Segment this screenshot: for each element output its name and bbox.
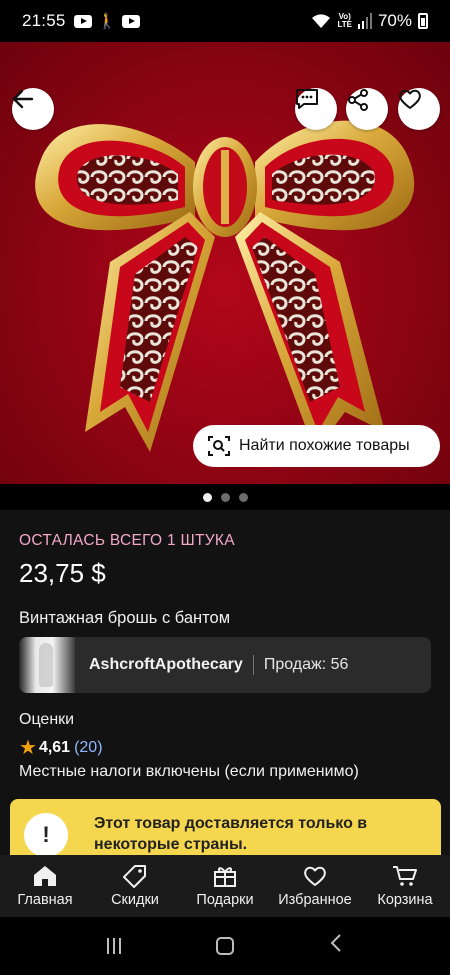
stock-notice: ОСТАЛАСЬ ВСЕГО 1 ШТУКА — [19, 532, 235, 549]
system-navigation-bar — [0, 917, 450, 975]
nav-label: Скидки — [111, 892, 159, 908]
product-image[interactable] — [0, 42, 450, 484]
wifi-icon — [312, 14, 331, 28]
product-price: 23,75 $ — [19, 558, 106, 588]
product-title: Винтажная брошь с бантом — [19, 609, 231, 627]
contact-seller-button[interactable] — [295, 88, 337, 130]
carousel-dot[interactable] — [202, 493, 212, 502]
bottom-navigation: Главная Скидки Подарки Избранное Корзина — [0, 855, 450, 917]
back-button[interactable] — [12, 88, 54, 130]
nav-item-favorites[interactable]: Избранное — [270, 855, 360, 917]
recent-apps-button[interactable] — [107, 938, 122, 954]
carousel-dot[interactable] — [238, 493, 248, 502]
find-similar-button[interactable]: Найти похожие товары — [193, 425, 440, 467]
heart-icon — [304, 866, 326, 886]
star-icon: ★ — [19, 737, 37, 759]
tax-note: Местные налоги включены (если применимо) — [19, 763, 359, 780]
status-bar: 21:55 🚶 Vo) LTE 70% — [0, 0, 450, 42]
cart-icon — [393, 866, 417, 886]
youtube-notification-icon — [73, 14, 92, 28]
rating-summary[interactable]: ★ 4,61 (20) — [19, 735, 103, 760]
arrow-left-icon — [12, 89, 34, 109]
volte-indicator: Vo) LTE — [337, 12, 352, 29]
chevron-left-icon — [330, 934, 341, 952]
nav-item-deals[interactable]: Скидки — [90, 855, 180, 917]
share-icon — [348, 89, 368, 111]
heart-icon — [399, 89, 421, 109]
shop-avatar — [19, 637, 75, 693]
nav-item-gifts[interactable]: Подарки — [180, 855, 270, 917]
exclamation-icon: ! — [24, 813, 68, 857]
find-similar-label: Найти похожие товары — [239, 437, 410, 454]
tag-icon — [123, 865, 146, 888]
nav-label: Корзина — [377, 892, 433, 908]
shop-sales: Продаж: 56 — [263, 656, 349, 673]
youtube-notification-icon — [122, 14, 141, 28]
battery-percent: 70% — [377, 11, 412, 30]
status-time: 21:55 — [22, 11, 66, 30]
image-carousel-indicator — [0, 493, 450, 502]
battery-icon — [418, 13, 428, 29]
gift-icon — [214, 867, 236, 887]
walking-icon: 🚶 — [97, 13, 117, 30]
carousel-dot[interactable] — [220, 493, 230, 502]
nav-label: Подарки — [196, 892, 254, 908]
nav-label: Избранное — [278, 892, 352, 908]
rating-value: 4,61 — [38, 738, 71, 756]
nav-label: Главная — [17, 892, 73, 908]
rating-count[interactable]: (20) — [74, 739, 102, 757]
back-gesture-button[interactable] — [329, 933, 343, 959]
nav-item-home[interactable]: Главная — [0, 855, 90, 917]
home-icon — [34, 866, 56, 886]
favorite-button[interactable] — [398, 88, 440, 130]
product-details: ОСТАЛАСЬ ВСЕГО 1 ШТУКА 23,75 $ Винтажная… — [0, 510, 450, 869]
shop-name: AshcroftApothecary — [89, 656, 243, 673]
divider — [252, 655, 254, 675]
share-button[interactable] — [346, 88, 388, 130]
nav-item-cart[interactable]: Корзина — [360, 855, 450, 917]
reviews-heading: Оценки — [19, 711, 75, 728]
home-button[interactable] — [215, 937, 234, 955]
visual-search-icon — [208, 436, 230, 456]
signal-icon — [357, 13, 372, 29]
shop-card[interactable]: AshcroftApothecary Продаж: 56 — [19, 637, 431, 693]
message-icon — [296, 89, 318, 109]
